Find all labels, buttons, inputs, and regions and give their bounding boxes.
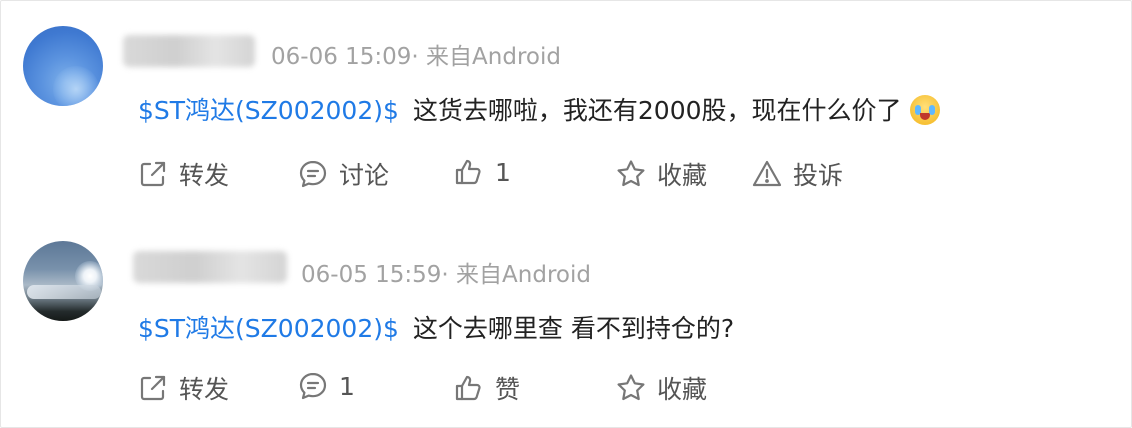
thumbs-up-icon xyxy=(455,159,481,185)
comment-list: 06-06 15:09· 来自Android $ST鸿达(SZ002002)$ 这… xyxy=(0,0,1132,428)
report-label: 投诉 xyxy=(793,161,844,190)
favorite-label: 收藏 xyxy=(657,161,708,190)
comment-content: $ST鸿达(SZ002002)$ 这个去哪里查 看不到持仓的? xyxy=(138,309,734,345)
star-icon xyxy=(617,374,645,401)
comment-button[interactable]: 1 xyxy=(297,370,355,402)
stock-link[interactable]: $ST鸿达(SZ002002)$ xyxy=(138,96,399,125)
comment-item: 06-06 15:09· 来自Android $ST鸿达(SZ002002)$ 这… xyxy=(1,1,1131,213)
like-button[interactable]: 1 xyxy=(453,156,511,188)
stock-link[interactable]: $ST鸿达(SZ002002)$ xyxy=(138,314,399,343)
post-meta: 06-05 15:59· 来自Android xyxy=(301,262,591,288)
username-blurred[interactable] xyxy=(133,251,287,283)
report-button[interactable]: 投诉 xyxy=(751,156,843,192)
avatar[interactable] xyxy=(23,241,103,321)
comment-text: 这个去哪里查 看不到持仓的? xyxy=(412,314,735,343)
repost-label: 转发 xyxy=(179,161,230,190)
comment-count: 1 xyxy=(339,371,355,401)
post-meta: 06-06 15:09· 来自Android xyxy=(271,44,561,70)
comment-content: $ST鸿达(SZ002002)$ 这货去哪啦，我还有2000股，现在什么价了 xyxy=(138,91,940,127)
comment-bubble-icon xyxy=(299,160,327,188)
comment-item: 06-05 15:59· 来自Android $ST鸿达(SZ002002)$ 这… xyxy=(1,213,1131,427)
thumbs-up-icon xyxy=(455,375,481,401)
repost-button[interactable]: 转发 xyxy=(137,370,229,406)
star-icon xyxy=(617,160,645,187)
avatar[interactable] xyxy=(23,26,103,106)
username-blurred[interactable] xyxy=(123,35,255,67)
like-label: 赞 xyxy=(495,375,521,404)
repost-button[interactable]: 转发 xyxy=(137,156,229,192)
share-icon xyxy=(140,161,166,187)
crying-laughing-emoji-icon xyxy=(909,95,940,125)
favorite-button[interactable]: 收藏 xyxy=(615,156,707,192)
warning-icon xyxy=(752,160,782,187)
comment-text: 这货去哪啦，我还有2000股，现在什么价了 xyxy=(412,96,902,125)
share-icon xyxy=(140,375,166,401)
comment-label: 讨论 xyxy=(339,161,390,190)
favorite-label: 收藏 xyxy=(657,375,708,404)
like-button[interactable]: 赞 xyxy=(453,370,520,406)
favorite-button[interactable]: 收藏 xyxy=(615,370,707,406)
repost-label: 转发 xyxy=(179,375,230,404)
comment-bubble-icon xyxy=(299,372,327,400)
comment-button[interactable]: 讨论 xyxy=(297,156,389,192)
like-count: 1 xyxy=(495,157,511,187)
